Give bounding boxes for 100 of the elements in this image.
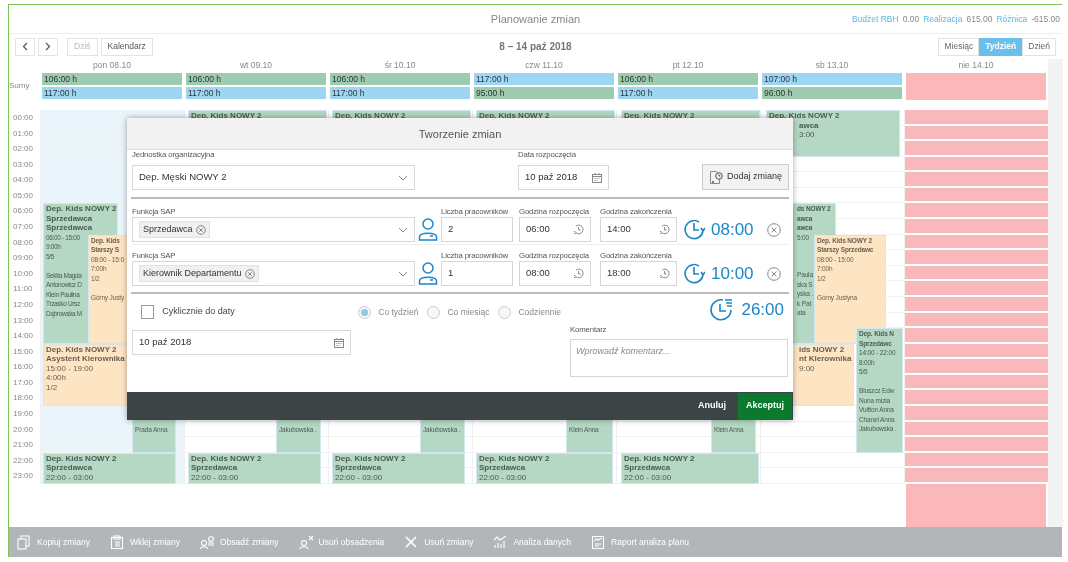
clipboard-icon <box>109 534 125 550</box>
total-text: 26:00 <box>741 298 784 321</box>
toolbar-button[interactable]: Kalendarz <box>100 37 153 56</box>
hour-label: 22:00 <box>12 454 35 467</box>
sum-bar: 117:00 h <box>186 87 326 99</box>
hour-label: 12:00 <box>12 298 35 311</box>
row-label: Sumy <box>9 80 30 92</box>
select-field[interactable]: Kierownik Departamentu <box>132 261 415 286</box>
event-title: Dep. Kids NOWY 2 <box>45 453 117 464</box>
event-title: Sprzedawca <box>623 463 671 473</box>
person-remove-icon <box>298 534 314 550</box>
close-icon <box>404 534 420 550</box>
view-tab[interactable]: Dzień <box>1022 37 1056 56</box>
stat-label: Realizacja <box>923 12 963 26</box>
remove-icon[interactable] <box>195 224 206 235</box>
event-title: Dep. Kids NOWY 2 <box>478 453 550 464</box>
day-header: nie 14.10 <box>957 59 995 72</box>
clock-history-icon <box>573 224 584 235</box>
number-field[interactable]: 2 <box>441 217 513 242</box>
time-field[interactable]: 18:00 <box>600 261 677 286</box>
accept-button[interactable]: Akceptuj <box>738 392 792 420</box>
clock-icon <box>683 262 705 284</box>
event-title: Asystent Kierownika <box>45 354 125 364</box>
hour-label: 13:00 <box>12 314 35 327</box>
checkbox[interactable] <box>141 305 155 319</box>
hour-label: 21:00 <box>12 439 35 452</box>
event-title: Dep. Kids NOWY 2 <box>190 453 262 464</box>
hour-label: 14:00 <box>12 330 35 343</box>
duration-text: 08:00 <box>711 219 754 241</box>
hour-label: 01:00 <box>12 127 35 140</box>
sum-bar: 96:00 h <box>762 87 902 99</box>
copy-icon <box>17 534 32 550</box>
report-icon <box>591 534 607 550</box>
hour-label: 19:00 <box>12 408 35 420</box>
hour-label: 09:00 <box>12 252 35 265</box>
event-detail: 1/2 <box>45 382 58 393</box>
event-title: Sprzedawca <box>45 463 93 473</box>
hour-label: 05:00 <box>12 189 35 202</box>
event-detail: 22:00 - 03:00 <box>334 472 383 483</box>
event-title: Dep. Kids NOWY 2 <box>45 204 117 214</box>
hour-label: 04:00 <box>12 174 35 187</box>
event-detail: 3:00 <box>798 130 815 140</box>
sum-bar: 106:00 h <box>186 73 326 85</box>
date-field[interactable]: 10 paź 2018 <box>518 165 609 190</box>
number-field[interactable]: 1 <box>441 261 513 286</box>
cancel-button[interactable]: Anuluj <box>686 392 738 420</box>
sum-bar: 117:00 h <box>474 73 614 85</box>
clock-history-icon <box>659 268 670 279</box>
stat-value: 615.00 <box>966 12 993 26</box>
event-title: Sprzedawca <box>478 463 526 473</box>
time-field[interactable]: 14:00 <box>600 217 677 242</box>
time-field[interactable]: 06:00 <box>519 217 591 242</box>
day-header: pt 12.10 <box>671 59 705 72</box>
hour-label: 11:00 <box>12 283 34 296</box>
hour-label: 15:00 <box>12 345 35 358</box>
day-header: sb 13.10 <box>814 59 850 72</box>
chevron-down-icon <box>398 226 408 233</box>
chart-icon <box>493 534 509 550</box>
previous-button[interactable] <box>15 37 35 56</box>
function-tag[interactable]: Sprzedawca <box>139 220 210 239</box>
event-detail: 22:00 - 03:00 <box>478 472 527 483</box>
event-title: Dep. Kids NOWY 2 <box>623 453 695 464</box>
calendar-icon <box>334 337 344 348</box>
chevron-down-icon <box>398 270 408 277</box>
event-title: ids NOWY 2 <box>798 344 845 355</box>
page-title: Planowanie zmian <box>490 11 581 27</box>
hour-label: 18:00 <box>12 392 35 405</box>
time-field[interactable]: 08:00 <box>519 261 591 286</box>
event-title: nt Kierownika <box>798 354 852 364</box>
date-field[interactable]: 10 paź 2018 <box>132 330 351 355</box>
person-icon <box>418 261 438 285</box>
sum-bar: 117:00 h <box>618 87 758 99</box>
add-shift-button[interactable]: Dodaj zmianę <box>701 164 789 190</box>
radio-label: Co tydzień <box>378 305 419 319</box>
hour-label: 07:00 <box>12 221 35 234</box>
select-field[interactable]: Dep. Męski NOWY 2 <box>132 165 415 190</box>
dialog-title: Tworzenie zmian <box>127 118 793 150</box>
select-field[interactable]: Sprzedawca <box>132 217 415 242</box>
comment-field[interactable]: Wprowadź komentarz... <box>570 339 788 377</box>
day-header: czw 11.10 <box>524 59 564 72</box>
hour-label: 20:00 <box>12 423 35 436</box>
event-detail: 15:00 - 19:00 <box>45 363 94 374</box>
checkbox-label: Cyklicznie do daty <box>162 305 236 319</box>
event-detail: 22:00 - 03:00 <box>190 472 239 483</box>
total-clock-icon <box>709 297 734 321</box>
sum-bar: 106:00 h <box>330 73 470 85</box>
remove-icon[interactable] <box>767 267 781 281</box>
event-detail: 22:00 - 03:00 <box>45 472 94 483</box>
function-tag[interactable]: Kierownik Departamentu <box>139 264 259 283</box>
remove-icon[interactable] <box>244 268 255 279</box>
event-title: awca <box>798 120 819 130</box>
view-tab[interactable]: Miesiąc <box>938 37 980 56</box>
remove-icon[interactable] <box>767 223 781 237</box>
next-button[interactable] <box>38 37 58 56</box>
hour-label: 10:00 <box>12 267 35 280</box>
sum-bar: 117:00 h <box>330 87 470 99</box>
stat-label: Różnica <box>996 12 1028 26</box>
hour-label: 03:00 <box>12 158 35 171</box>
event-title: Dep. Kids NOWY 2 <box>334 453 406 464</box>
hour-label: 00:00 <box>12 112 35 124</box>
